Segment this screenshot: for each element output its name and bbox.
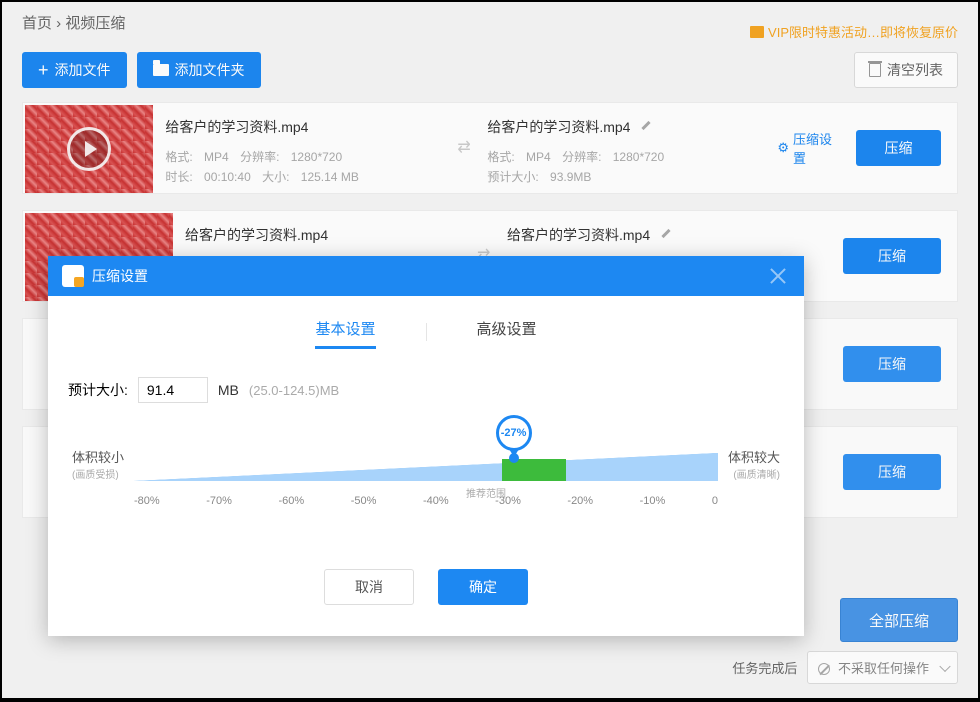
slider-left-label: 体积较小 (画质受损): [72, 447, 124, 481]
slider-value-bubble: -27%: [496, 415, 532, 451]
size-unit: MB: [218, 382, 239, 398]
app-logo-icon: [62, 265, 84, 287]
size-range: (25.0-124.5)MB: [249, 383, 339, 398]
tick: -40%: [423, 495, 449, 507]
slider-right-label: 体积较大 (画质清晰): [728, 447, 780, 481]
compression-slider[interactable]: 体积较小 (画质受损) 体积较大 (画质清晰) -27% 推荐范围 -80% -…: [76, 423, 776, 533]
tick: -60%: [278, 495, 304, 507]
slider-track: [134, 453, 718, 481]
modal-actions: 取消 确定: [48, 569, 804, 605]
app-window: 首页 › 视频压缩 VIP限时特惠活动…即将恢复原价 添加文件 添加文件夹 清空…: [2, 2, 978, 698]
tick: -30%: [495, 495, 521, 507]
slider-handle[interactable]: -27%: [496, 415, 532, 463]
tick: -10%: [640, 495, 666, 507]
tab-separator: [426, 323, 427, 341]
estimate-size-row: 预计大小: MB (25.0-124.5)MB: [48, 349, 804, 413]
ok-button[interactable]: 确定: [438, 569, 528, 605]
estimate-size-input[interactable]: [138, 377, 208, 403]
tick: 0: [712, 495, 718, 507]
tab-basic[interactable]: 基本设置: [315, 314, 375, 349]
tab-advanced[interactable]: 高级设置: [477, 314, 537, 349]
modal-header: 压缩设置: [48, 256, 804, 296]
tick: -20%: [567, 495, 593, 507]
slider-right-title: 体积较大: [728, 447, 780, 466]
slider-left-title: 体积较小: [72, 447, 124, 466]
slider-left-sub: (画质受损): [72, 466, 124, 481]
modal-tabs: 基本设置 高级设置: [48, 314, 804, 349]
close-icon[interactable]: [766, 264, 790, 288]
tick: -70%: [206, 495, 232, 507]
tick-80: -80%: [134, 495, 160, 507]
compress-settings-modal: 压缩设置 基本设置 高级设置 预计大小: MB (25.0-124.5)MB 体…: [48, 256, 804, 636]
modal-title: 压缩设置: [92, 266, 148, 286]
tick: -50%: [351, 495, 377, 507]
handle-dot-icon: [509, 453, 519, 463]
cancel-button[interactable]: 取消: [324, 569, 414, 605]
slider-right-sub: (画质清晰): [728, 466, 780, 481]
slider-ticks: -80% -70% -60% -50% -40% -30% -20% -10% …: [134, 495, 718, 507]
estimate-label: 预计大小:: [68, 380, 128, 400]
